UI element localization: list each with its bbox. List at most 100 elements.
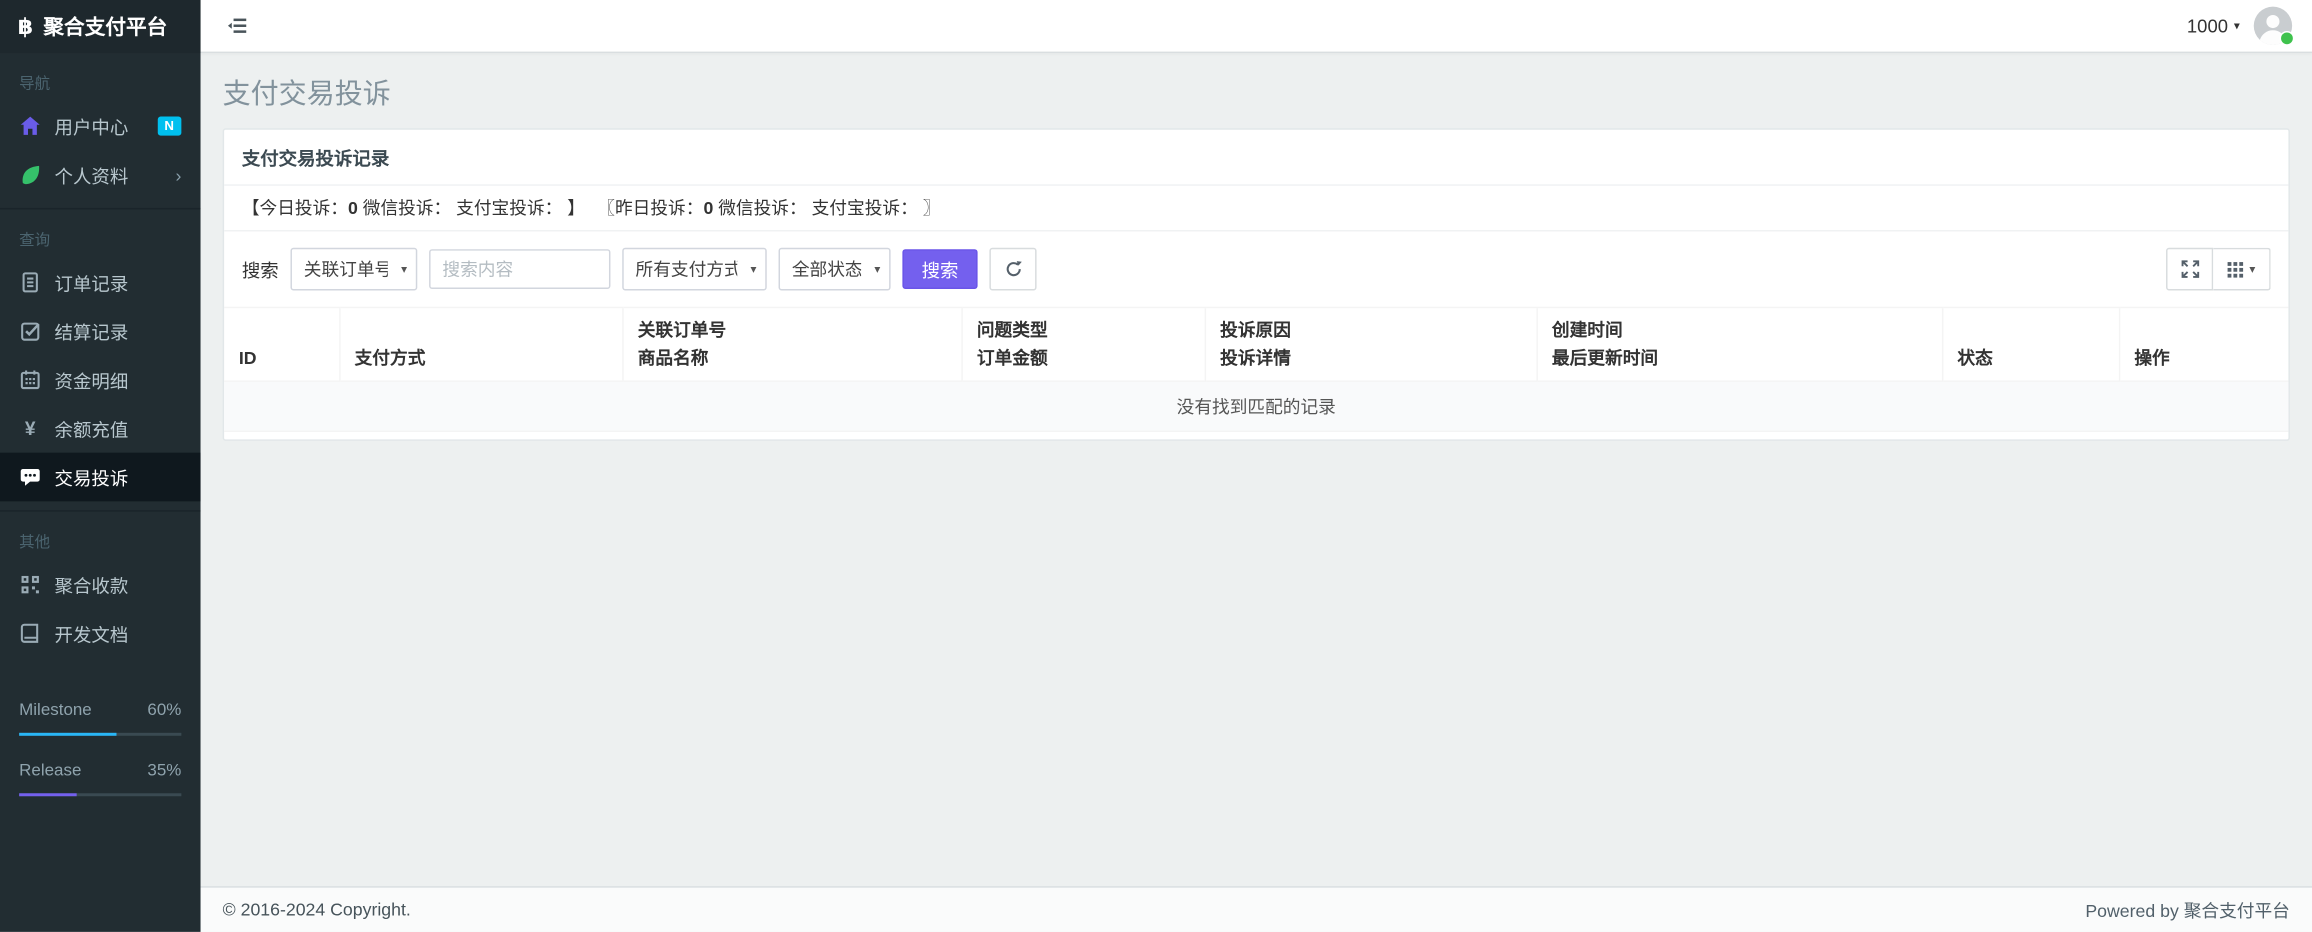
- no-records-message: 没有找到匹配的记录: [224, 381, 2288, 431]
- sidebar-item-label: 个人资料: [55, 161, 129, 189]
- refresh-button[interactable]: [989, 248, 1036, 291]
- check-square-icon: [19, 320, 41, 342]
- brand-name: 聚合支付平台: [43, 12, 167, 41]
- powered-by: Powered by 聚合支付平台: [2085, 897, 2290, 922]
- sidebar-toggle-button[interactable]: [201, 0, 275, 52]
- footer-brand: 聚合支付平台: [2184, 900, 2290, 921]
- sidebar-item-fund-details[interactable]: 资金明细: [0, 355, 201, 404]
- main-content: 支付交易投诉 支付交易投诉记录 【今日投诉：0 微信投诉： 支付宝投诉： 】 〖…: [201, 53, 2312, 886]
- fullscreen-button[interactable]: [2166, 248, 2213, 291]
- search-toolbar: 搜索 关联订单号 ▾ 所有支付方式 ▾ 全部状态: [224, 231, 2288, 306]
- footer: © 2016-2024 Copyright. Powered by 聚合支付平台: [201, 886, 2312, 932]
- sidebar-item-label: 开发文档: [55, 619, 129, 647]
- col-id: ID: [224, 307, 339, 381]
- search-button[interactable]: 搜索: [902, 249, 977, 289]
- brand-logo[interactable]: ฿ 聚合支付平台: [0, 0, 201, 53]
- topbar-right: 1000 ▾: [2187, 6, 2312, 46]
- sidebar-item-profile[interactable]: 个人资料 ›: [0, 150, 201, 199]
- stats-today: 【今日投诉：0 微信投诉： 支付宝投诉： 】: [242, 198, 585, 219]
- sidebar-item-label: 余额充值: [55, 414, 129, 442]
- fullscreen-icon: [2180, 260, 2199, 279]
- table-header-row: ID 支付方式 关联订单号商品名称 问题类型订单金额 投诉原因投诉详情 创建时间…: [224, 307, 2288, 381]
- sidebar-item-user-center[interactable]: 用户中心 N: [0, 102, 201, 151]
- sidebar-item-label: 交易投诉: [55, 463, 129, 491]
- leaf-icon: [19, 164, 41, 186]
- yen-icon: ¥: [19, 417, 41, 439]
- page-title: 支付交易投诉: [223, 72, 2290, 112]
- topbar: 1000 ▾: [201, 0, 2312, 53]
- user-dropdown[interactable]: 1000 ▾: [2187, 15, 2240, 36]
- table-toolbar: ▾: [2166, 248, 2271, 291]
- nav-section-label: 查询: [0, 215, 201, 258]
- milestone-track: [19, 733, 181, 736]
- pay-method-select-wrap: 所有支付方式 ▾: [622, 248, 767, 291]
- col-status: 状态: [1942, 307, 2119, 381]
- today-count: 0: [348, 198, 358, 219]
- search-label: 搜索: [242, 255, 279, 283]
- bitcoin-icon: ฿: [18, 13, 33, 40]
- search-field-select-wrap: 关联订单号 ▾: [290, 248, 417, 291]
- status-select[interactable]: 全部状态: [780, 251, 889, 288]
- nav-section-other: 其他 聚合收款 开发文档: [0, 510, 201, 657]
- file-list-icon: [19, 271, 41, 293]
- sidebar-item-settlement-records[interactable]: 结算记录: [0, 307, 201, 356]
- empty-row: 没有找到匹配的记录: [224, 381, 2288, 431]
- sidebar-item-label: 聚合收款: [55, 571, 129, 599]
- app-root: ฿ 聚合支付平台 导航 用户中心 N 个人资料 › 查询: [0, 0, 2312, 932]
- sidebar-toggle-icon: [227, 16, 248, 35]
- col-actions: 操作: [2119, 307, 2289, 381]
- caret-down-icon: ▾: [2249, 262, 2255, 275]
- sidebar-progress: Milestone 60% Release 35%: [19, 702, 181, 796]
- sidebar-item-label: 资金明细: [55, 366, 129, 394]
- release-progress: Release 35%: [19, 762, 181, 796]
- release-label: Release: [19, 762, 81, 780]
- milestone-label: Milestone: [19, 702, 92, 720]
- book-icon: [19, 622, 41, 644]
- stats-yesterday: 〖昨日投诉：0 微信投诉： 支付宝投诉： 〗: [597, 198, 940, 219]
- col-order-no: 关联订单号商品名称: [622, 307, 961, 381]
- avatar[interactable]: [2253, 6, 2293, 46]
- nav-section-label: 导航: [0, 59, 201, 102]
- sidebar-item-label: 结算记录: [55, 317, 129, 345]
- milestone-progress: Milestone 60%: [19, 702, 181, 736]
- pay-method-select[interactable]: 所有支付方式: [624, 251, 766, 288]
- search-input[interactable]: [429, 249, 610, 289]
- calendar-icon: [19, 369, 41, 391]
- qrcode-icon: [19, 574, 41, 596]
- sidebar-item-label: 订单记录: [55, 268, 129, 296]
- home-icon: [19, 115, 41, 137]
- sidebar-item-label: 用户中心: [55, 112, 129, 140]
- release-bar: [19, 793, 76, 796]
- copyright-text: © 2016-2024 Copyright.: [223, 899, 411, 920]
- sidebar-item-balance-recharge[interactable]: ¥ 余额充值: [0, 404, 201, 453]
- release-track: [19, 793, 181, 796]
- yesterday-count: 0: [703, 198, 713, 219]
- columns-button[interactable]: ▾: [2213, 248, 2271, 291]
- panel-title: 支付交易投诉记录: [224, 130, 2288, 186]
- comment-icon: [19, 466, 41, 488]
- user-id: 1000: [2187, 15, 2228, 36]
- columns-grid-icon: [2227, 260, 2245, 278]
- col-issue-type: 问题类型订单金额: [961, 307, 1204, 381]
- sidebar-item-aggregate-collection[interactable]: 聚合收款: [0, 560, 201, 609]
- nav-section-label: 其他: [0, 518, 201, 561]
- col-complaint-reason: 投诉原因投诉详情: [1205, 307, 1537, 381]
- complaints-panel: 支付交易投诉记录 【今日投诉：0 微信投诉： 支付宝投诉： 】 〖昨日投诉：0 …: [223, 128, 2290, 441]
- nav-section-main: 导航 用户中心 N 个人资料 ›: [0, 53, 201, 199]
- card-bottom-padding: [224, 432, 2288, 439]
- sidebar-item-transaction-complaints[interactable]: 交易投诉: [0, 453, 201, 502]
- status-select-wrap: 全部状态 ▾: [779, 248, 891, 291]
- complaint-stats: 【今日投诉：0 微信投诉： 支付宝投诉： 】 〖昨日投诉：0 微信投诉： 支付宝…: [224, 186, 2288, 232]
- online-status-dot: [2280, 31, 2295, 46]
- sidebar: ฿ 聚合支付平台 导航 用户中心 N 个人资料 › 查询: [0, 0, 201, 932]
- sidebar-item-order-records[interactable]: 订单记录: [0, 258, 201, 307]
- chevron-right-icon: ›: [175, 166, 181, 184]
- new-badge: N: [157, 116, 181, 135]
- search-field-select[interactable]: 关联订单号: [292, 251, 416, 288]
- nav-section-query: 查询 订单记录 结算记录 资金明细 ¥: [0, 208, 201, 501]
- release-value: 35%: [147, 762, 181, 780]
- milestone-bar: [19, 733, 116, 736]
- milestone-value: 60%: [147, 702, 181, 720]
- caret-down-icon: ▾: [2234, 19, 2240, 32]
- sidebar-item-dev-docs[interactable]: 开发文档: [0, 609, 201, 658]
